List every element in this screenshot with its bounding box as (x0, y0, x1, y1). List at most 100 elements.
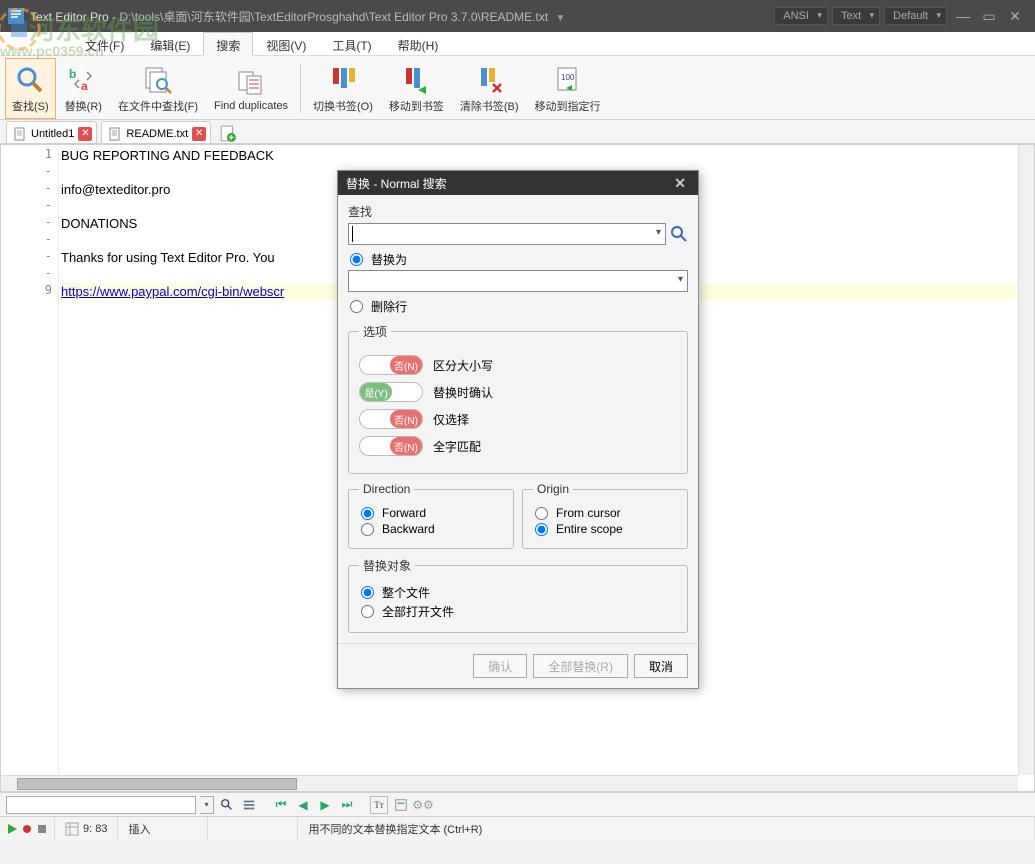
ok-button[interactable]: 确认 (473, 654, 527, 678)
option-label-0: 区分大小写 (433, 357, 493, 374)
origin-entire-radio[interactable] (535, 523, 548, 536)
find-label: 查找 (348, 203, 688, 220)
dialog-title: 替换 - Normal 搜索 (346, 175, 447, 192)
options-fieldset: 选项 否(N)区分大小写是(Y)替换时确认否(N)仅选择否(N)全字匹配 (348, 323, 688, 474)
replace-with-label: 替换为 (371, 251, 407, 268)
empty-cell-1 (208, 817, 298, 840)
ribbon-replace[interactable]: ba替换(R) (58, 58, 109, 119)
highlight-dropdown[interactable]: Default (884, 7, 947, 25)
ribbon-bookmark-goto[interactable]: 移动到书签 (382, 58, 451, 119)
replace-with-radio[interactable] (350, 253, 363, 266)
macro-record-icon[interactable] (21, 823, 33, 835)
vertical-scrollbar[interactable] (1018, 145, 1034, 775)
option-label-2: 仅选择 (433, 411, 469, 428)
line-number: - (45, 232, 52, 246)
delete-line-radio[interactable] (350, 300, 363, 313)
dialog-titlebar[interactable]: 替换 - Normal 搜索 ✕ (338, 171, 698, 195)
delete-line-label: 删除行 (371, 298, 407, 315)
direction-forward-radio[interactable] (361, 507, 374, 520)
menu-item-3[interactable]: 视图(V) (253, 32, 319, 55)
horizontal-scrollbar[interactable] (1, 775, 1018, 791)
line-number: - (45, 198, 52, 212)
options-icon[interactable] (240, 796, 258, 814)
origin-cursor-label: From cursor (556, 506, 621, 520)
option-toggle-0[interactable]: 否(N) (359, 355, 423, 375)
tab-close-icon[interactable]: ✕ (78, 127, 92, 141)
macro-play-icon[interactable] (6, 823, 18, 835)
close-button[interactable]: ✕ (1003, 4, 1027, 28)
next-button[interactable]: ▶ (316, 796, 334, 814)
file-icon (13, 127, 27, 141)
encoding-dropdown[interactable]: ANSI (774, 7, 828, 25)
bookmark-goto-icon (400, 64, 432, 96)
maximize-button[interactable]: ▭ (977, 4, 1001, 28)
filetype-dropdown[interactable]: Text (832, 7, 880, 25)
app-title: Text Editor Pro - D:\tools\桌面\河东软件园\Text… (30, 8, 565, 25)
settings-icon[interactable]: ⚙⚙ (414, 796, 432, 814)
find-lookup-icon[interactable] (670, 225, 688, 243)
direction-backward-label: Backward (382, 522, 435, 536)
target-fieldset: 替换对象 整个文件 全部打开文件 (348, 557, 688, 633)
ribbon-goto-line[interactable]: 100移动到指定行 (528, 58, 608, 119)
ribbon-find-in-files[interactable]: 在文件中查找(F) (111, 58, 205, 119)
menu-item-4[interactable]: 工具(T) (319, 32, 384, 55)
code-line[interactable]: BUG REPORTING AND FEEDBACK (61, 147, 1034, 164)
replace-all-button[interactable]: 全部替换(R) (533, 654, 628, 678)
origin-legend: Origin (533, 482, 573, 496)
goto-line-icon: 100 (552, 64, 584, 96)
case-toggle-icon[interactable]: Tт (370, 796, 388, 814)
new-tab-button[interactable] (219, 125, 237, 143)
option-toggle-2[interactable]: 否(N) (359, 409, 423, 429)
menu-item-5[interactable]: 帮助(H) (385, 32, 452, 55)
incremental-search-input[interactable] (6, 796, 196, 814)
menu-item-0[interactable]: 文件(F) (72, 32, 137, 55)
target-legend: 替换对象 (359, 557, 415, 574)
line-number: 1 (45, 147, 52, 161)
svg-text:a: a (81, 79, 88, 93)
origin-cursor-radio[interactable] (535, 507, 548, 520)
origin-fieldset: Origin From cursor Entire scope (522, 482, 688, 549)
last-button[interactable]: ⏭ (338, 796, 356, 814)
document-tab-1[interactable]: README.txt✕ (101, 121, 211, 143)
line-number: - (45, 249, 52, 263)
target-all-open-label: 全部打开文件 (382, 603, 454, 620)
direction-backward-radio[interactable] (361, 523, 374, 536)
origin-entire-label: Entire scope (556, 522, 623, 536)
search-icon[interactable] (218, 796, 236, 814)
selection-icon[interactable] (392, 796, 410, 814)
hint-cell: 用不同的文本替换指定文本 (Ctrl+R) (298, 817, 1035, 840)
bookmark-clear-icon (473, 64, 505, 96)
position-cell: 9: 83 (55, 817, 118, 840)
option-label-1: 替换时确认 (433, 384, 493, 401)
dialog-close-button[interactable]: ✕ (670, 175, 690, 192)
ribbon-search[interactable]: 查找(S) (5, 58, 56, 119)
line-number: - (45, 266, 52, 280)
ribbon-bookmark-clear[interactable]: 清除书签(B) (453, 58, 526, 119)
find-input[interactable]: ▾ (348, 223, 666, 245)
direction-fieldset: Direction Forward Backward (348, 482, 514, 549)
ribbon-bookmark-toggle[interactable]: 切换书签(O) (306, 58, 380, 119)
cancel-button[interactable]: 取消 (634, 654, 688, 678)
minimize-button[interactable]: — (951, 4, 975, 28)
document-tab-0[interactable]: Untitled1✕ (6, 121, 97, 143)
insert-mode-cell[interactable]: 插入 (118, 817, 208, 840)
menu-item-1[interactable]: 编辑(E) (137, 32, 203, 55)
svg-text:b: b (69, 67, 76, 81)
search-history-dropdown[interactable]: ▾ (200, 796, 214, 814)
option-toggle-1[interactable]: 是(Y) (359, 382, 423, 402)
search-icon (14, 64, 46, 96)
macro-stop-icon[interactable] (36, 823, 48, 835)
file-icon (108, 127, 122, 141)
line-number: - (45, 215, 52, 229)
first-button[interactable]: ⏮ (272, 796, 290, 814)
tab-close-icon[interactable]: ✕ (192, 127, 206, 141)
ribbon-duplicates[interactable]: Find duplicates (207, 58, 295, 119)
target-all-open-radio[interactable] (361, 605, 374, 618)
prev-button[interactable]: ◀ (294, 796, 312, 814)
bookmark-toggle-icon (327, 64, 359, 96)
target-whole-file-radio[interactable] (361, 586, 374, 599)
option-toggle-3[interactable]: 否(N) (359, 436, 423, 456)
replace-input[interactable]: ▾ (348, 270, 688, 292)
options-legend: 选项 (359, 323, 391, 340)
menu-item-2[interactable]: 搜索 (203, 32, 253, 56)
